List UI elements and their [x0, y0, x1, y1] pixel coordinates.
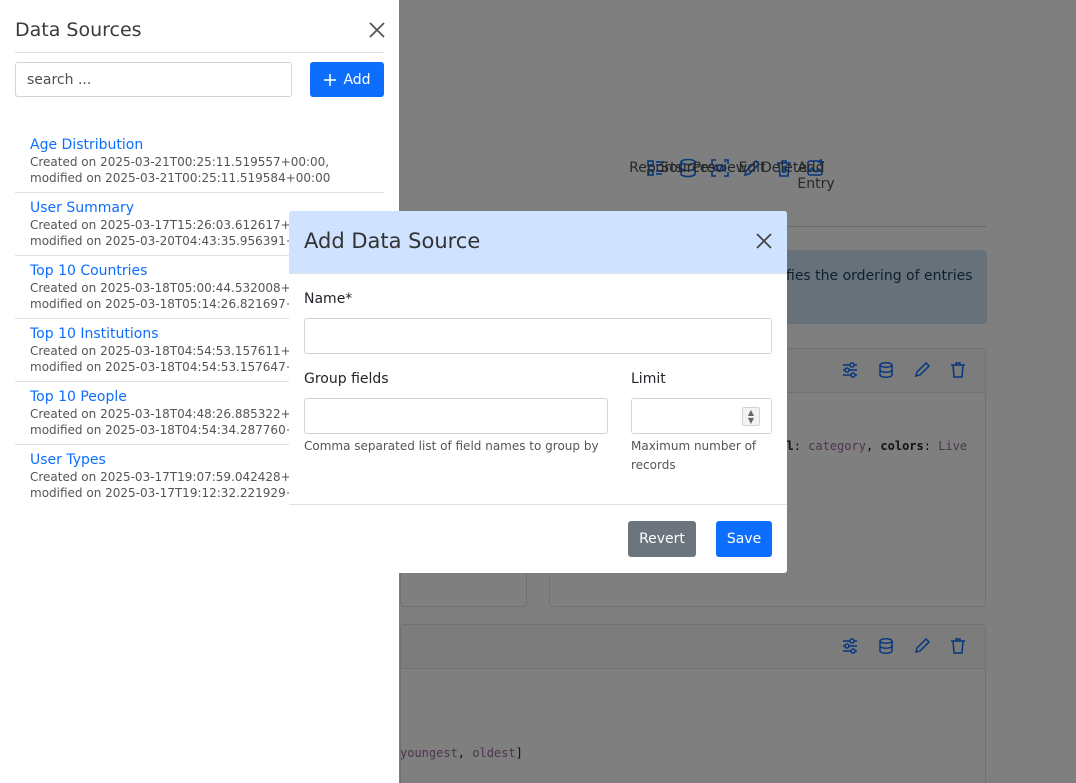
plus-icon — [324, 73, 337, 86]
name-field[interactable] — [304, 318, 772, 354]
modal-header: Add Data Source — [289, 211, 787, 274]
search-input[interactable] — [15, 62, 292, 97]
data-source-link[interactable]: Age Distribution — [30, 137, 369, 154]
revert-button[interactable]: Revert — [628, 521, 696, 557]
list-item: Age Distribution Created on 2025-03-21T0… — [15, 130, 384, 193]
panel-title: Data Sources — [15, 19, 142, 41]
modal-body: Name* Group fields Comma separated list … — [289, 274, 787, 505]
name-label: Name* — [304, 291, 353, 307]
close-icon[interactable] — [367, 20, 387, 40]
add-source-label: Add — [343, 71, 371, 88]
panel-divider — [15, 52, 384, 53]
close-icon[interactable] — [755, 232, 773, 250]
limit-help: Maximum number of records — [631, 439, 757, 472]
limit-input[interactable]: ▲ ▼ — [631, 398, 772, 434]
save-button[interactable]: Save — [716, 521, 772, 557]
group-fields-label: Group fields — [304, 371, 389, 387]
data-source-meta: Created on 2025-03-21T00:25:11.519557+00… — [30, 155, 331, 185]
group-fields-input[interactable] — [304, 398, 608, 434]
chevron-down-icon[interactable]: ▼ — [748, 416, 754, 425]
add-source-button[interactable]: Add — [310, 62, 384, 97]
group-fields-help: Comma separated list of field names to g… — [304, 439, 599, 453]
limit-stepper[interactable]: ▲ ▼ — [742, 407, 760, 426]
limit-label: Limit — [631, 371, 666, 387]
modal-footer: Revert Save — [289, 505, 787, 572]
modal-title: Add Data Source — [304, 229, 481, 253]
add-data-source-modal: Add Data Source Name* Group fields Comma… — [289, 211, 787, 573]
